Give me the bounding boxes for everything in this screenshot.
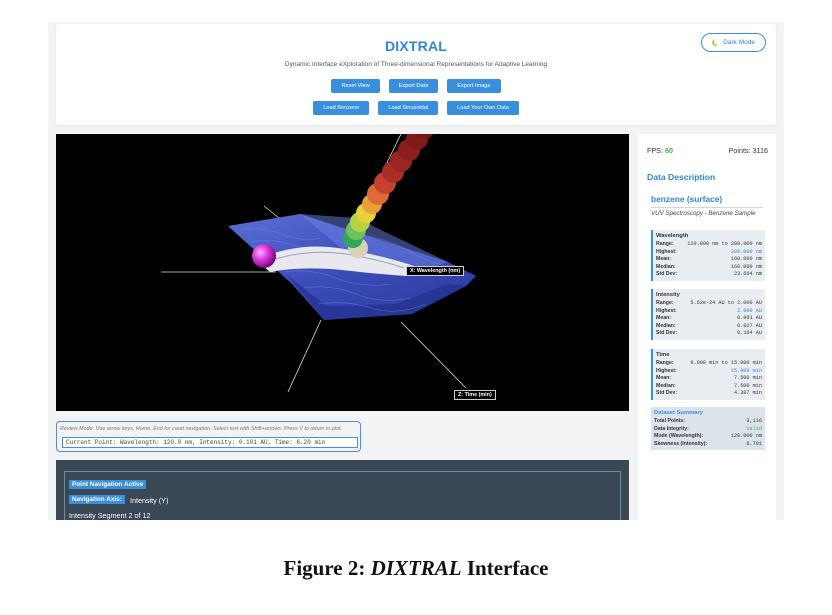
stat-label: Median: bbox=[656, 263, 676, 270]
moon-icon bbox=[714, 38, 721, 45]
stat-heading: Intensity bbox=[656, 292, 680, 298]
stat-value: 23.664 nm bbox=[733, 271, 762, 278]
stat-value: 0.061 AU bbox=[737, 315, 762, 322]
load-sinusoidal-button[interactable]: Load Sinusoidal bbox=[378, 101, 439, 115]
stat-value: 7.500 min bbox=[733, 382, 762, 389]
load-benzene-button[interactable]: Load Benzene bbox=[313, 101, 370, 115]
toolbar-row-1: Reset View Export Data Export Image bbox=[56, 79, 776, 93]
fps-value: 60 bbox=[664, 146, 673, 155]
points-counter: Points: 3116 bbox=[728, 146, 768, 155]
export-data-button[interactable]: Export Data bbox=[388, 79, 439, 93]
stat-label: Range: bbox=[656, 360, 674, 366]
load-own-data-button[interactable]: Load Your Own Data bbox=[447, 101, 519, 115]
dataset-name: benzene (surface) bbox=[651, 194, 723, 204]
navigation-axis-value: Intensity (Y) bbox=[130, 496, 169, 505]
stat-value: 0.027 AU bbox=[737, 322, 762, 329]
stat-value: 4.387 min bbox=[733, 390, 762, 397]
stat-value: 3,116 bbox=[746, 418, 762, 424]
stat-value: 0.000 min to 15.000 min bbox=[690, 360, 762, 366]
stat-label: Mean: bbox=[656, 375, 671, 382]
caption-suffix: Interface bbox=[461, 556, 549, 580]
navigation-segment-text: Intensity Segment 2 of 12 bbox=[69, 511, 151, 520]
stat-label: Mode (Wavelength): bbox=[654, 433, 704, 440]
toolbar-row-2: Load Benzene Load Sinusoidal Load Your O… bbox=[56, 101, 776, 115]
stat-label: Mean: bbox=[656, 256, 671, 263]
stat-value: 160.000 nm bbox=[730, 256, 762, 263]
data-description-panel: FPS: 60 Points: 3116 Data Description be… bbox=[638, 134, 776, 520]
navigation-axis-badge: Navigation Axis: bbox=[69, 495, 125, 504]
stat-label: Data Integrity: bbox=[654, 425, 689, 432]
3d-viewer-canvas[interactable]: X: Wavelength (nm) Z: Time (min) bbox=[56, 134, 629, 411]
stat-label: Highest: bbox=[656, 367, 677, 374]
stat-value: 6.701 bbox=[746, 440, 762, 447]
time-stats: Time Range: 0.000 min to 15.000 min Highe… bbox=[651, 349, 765, 400]
stat-label: Highest: bbox=[656, 307, 677, 314]
figure-caption: Figure 2: DIXTRAL Interface bbox=[0, 556, 832, 581]
stat-value: 0.164 AU bbox=[737, 330, 762, 337]
z-axis-line bbox=[287, 319, 322, 393]
divider bbox=[651, 207, 763, 208]
stat-label: Highest: bbox=[656, 248, 677, 255]
stat-label: Std Dev: bbox=[656, 330, 678, 337]
dark-mode-toggle[interactable]: Dark Mode bbox=[701, 33, 766, 52]
fps-label: FPS: bbox=[647, 146, 663, 155]
stat-label: Median: bbox=[656, 322, 676, 329]
surface-plot bbox=[161, 134, 476, 393]
stat-value: 2.000 AU bbox=[737, 307, 762, 314]
current-point-field[interactable]: Current Point: Wavelength: 120.0 nm, Int… bbox=[62, 437, 358, 448]
stat-label: Range: bbox=[656, 241, 674, 247]
stat-label: Skewness (Intensity): bbox=[654, 440, 708, 447]
review-mode-note: Review Mode: Use arrow keys, Home, End f… bbox=[60, 426, 343, 432]
caption-name: DIXTRAL bbox=[370, 556, 462, 580]
summary-heading: Dataset Summary bbox=[654, 410, 703, 416]
stat-label: Mean: bbox=[656, 315, 671, 322]
navigation-panel-frame: Point Navigation Active Navigation Axis:… bbox=[64, 471, 621, 520]
data-description-title: Data Description bbox=[647, 172, 716, 182]
x-axis-label: X: Wavelength (nm) bbox=[406, 266, 465, 276]
stat-value: 120.000 nm to 200.000 nm bbox=[687, 241, 762, 247]
stat-label: Median: bbox=[656, 382, 676, 389]
dataset-description: VUV Spectroscopy - Benzene Sample bbox=[651, 210, 756, 217]
stat-label: Total Points: bbox=[654, 418, 686, 424]
selected-point-marker[interactable] bbox=[252, 244, 276, 268]
app-title: DIXTRAL bbox=[384, 38, 448, 54]
reset-view-button[interactable]: Reset View bbox=[331, 79, 380, 93]
stat-value: 120.000 nm bbox=[730, 433, 762, 440]
stat-label: Std Dev: bbox=[656, 390, 678, 397]
stat-value: 160.000 nm bbox=[730, 263, 762, 270]
app-subtitle: Dynamic Interface eXploration of Three-d… bbox=[284, 61, 548, 68]
wavelength-stats: Wavelength Range: 120.000 nm to 200.000 n… bbox=[651, 230, 765, 281]
z-axis-label: Z: Time (min) bbox=[454, 390, 496, 400]
stat-label: Range: bbox=[656, 300, 674, 306]
stat-value: 200.000 nm bbox=[730, 248, 762, 255]
stat-heading: Time bbox=[656, 352, 670, 358]
stat-value: 15.000 min bbox=[730, 367, 762, 374]
export-image-button[interactable]: Export Image bbox=[447, 79, 501, 93]
axis-guide-line bbox=[400, 321, 467, 389]
integrity-value: Valid bbox=[746, 425, 762, 432]
stat-label: Std Dev: bbox=[656, 271, 678, 278]
point-navigation-badge: Point Navigation Active bbox=[69, 480, 147, 489]
header-card: DIXTRAL Dynamic Interface eXploration of… bbox=[56, 24, 776, 125]
fps-counter: FPS: 60 bbox=[647, 146, 673, 155]
dataset-summary: Dataset Summary Total Points: 3,116 Data … bbox=[651, 407, 765, 451]
caption-prefix: Figure 2: bbox=[283, 556, 371, 580]
app-window: DIXTRAL Dynamic Interface eXploration of… bbox=[48, 22, 784, 520]
stat-heading: Wavelength bbox=[656, 233, 689, 239]
navigation-panel: Point Navigation Active Navigation Axis:… bbox=[56, 460, 629, 520]
stat-value: 5.62e-24 AU to 2.000 AU bbox=[690, 300, 762, 306]
stat-value: 7.500 min bbox=[733, 375, 762, 382]
intensity-stats: Intensity Range: 5.62e-24 AU to 2.000 AU … bbox=[651, 289, 765, 340]
dark-mode-label: Dark Mode bbox=[723, 39, 755, 46]
